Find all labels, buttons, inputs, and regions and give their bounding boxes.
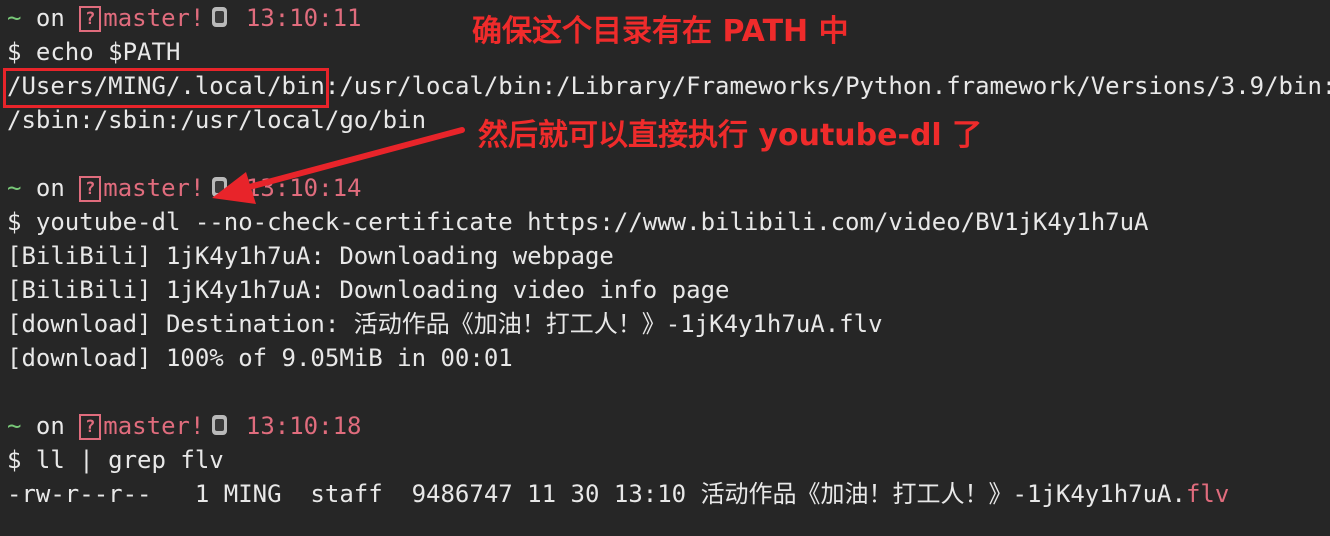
arrow-shaft bbox=[235, 127, 465, 193]
arrow-head bbox=[212, 172, 256, 204]
arrow-icon bbox=[212, 127, 465, 204]
